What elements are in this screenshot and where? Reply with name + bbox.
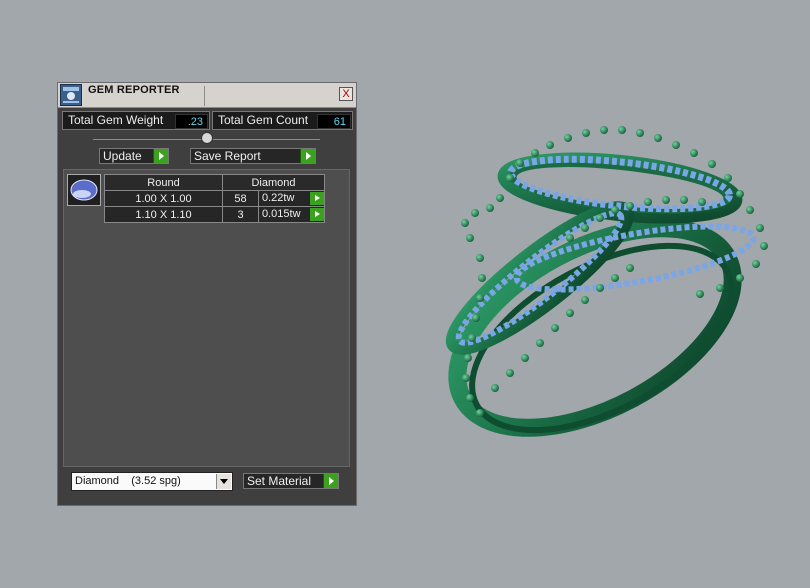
gem-reporter-panel: GEM REPORTER X Total Gem Weight .23 Tota… bbox=[57, 82, 357, 506]
update-button-label: Update bbox=[103, 149, 142, 163]
title-divider bbox=[204, 86, 205, 106]
gem-size-cell: 1.00 X 1.00 bbox=[104, 190, 223, 207]
ring-3d-model[interactable] bbox=[420, 118, 780, 463]
panel-slider-knob[interactable] bbox=[201, 132, 213, 144]
header-material: Diamond bbox=[222, 174, 325, 191]
update-button[interactable]: Update bbox=[99, 148, 169, 164]
gem-weight-cell: 0.22tw bbox=[258, 190, 325, 207]
gem-reporter-app-icon bbox=[60, 84, 82, 106]
arrow-right-icon[interactable] bbox=[310, 192, 324, 205]
gem-count-cell: 58 bbox=[222, 190, 259, 207]
gem-size-cell: 1.10 X 1.10 bbox=[104, 206, 223, 223]
set-material-button[interactable]: Set Material bbox=[243, 473, 339, 489]
gem-weight-value: 0.22tw bbox=[262, 192, 295, 204]
material-select[interactable]: Diamond (3.52 spg) bbox=[71, 472, 233, 491]
total-gem-weight-label: Total Gem Weight bbox=[68, 113, 164, 127]
round-gem-icon[interactable] bbox=[67, 174, 101, 206]
chevron-down-icon[interactable] bbox=[216, 474, 231, 489]
gem-table: Round Diamond 1.00 X 1.00 58 0.22tw 1.10… bbox=[104, 174, 325, 223]
total-gem-count-box: Total Gem Count 61 bbox=[212, 111, 353, 130]
total-gem-weight-value: .23 bbox=[175, 114, 208, 129]
gem-count-cell: 3 bbox=[222, 206, 259, 223]
total-gem-count-value: 61 bbox=[317, 114, 351, 129]
table-row[interactable]: 1.00 X 1.00 58 0.22tw bbox=[104, 190, 325, 207]
save-report-button-label: Save Report bbox=[194, 149, 261, 163]
arrow-right-icon bbox=[153, 149, 168, 163]
panel-title: GEM REPORTER bbox=[88, 84, 180, 96]
gem-weight-cell: 0.015tw bbox=[258, 206, 325, 223]
arrow-right-icon bbox=[323, 474, 338, 488]
material-select-value: Diamond (3.52 spg) bbox=[75, 475, 181, 487]
set-material-button-label: Set Material bbox=[247, 474, 312, 488]
header-cut: Round bbox=[104, 174, 223, 191]
gem-table-header: Round Diamond bbox=[104, 174, 325, 191]
table-row[interactable]: 1.10 X 1.10 3 0.015tw bbox=[104, 206, 325, 223]
save-report-button[interactable]: Save Report bbox=[190, 148, 316, 164]
total-gem-weight-box: Total Gem Weight .23 bbox=[62, 111, 210, 130]
close-button[interactable]: X bbox=[339, 87, 353, 101]
panel-titlebar[interactable]: GEM REPORTER X bbox=[58, 83, 356, 108]
arrow-right-icon bbox=[300, 149, 315, 163]
gem-weight-value: 0.015tw bbox=[262, 208, 301, 220]
total-gem-count-label: Total Gem Count bbox=[218, 113, 309, 127]
gem-list-area[interactable]: Round Diamond 1.00 X 1.00 58 0.22tw 1.10… bbox=[63, 169, 350, 467]
arrow-right-icon[interactable] bbox=[310, 208, 324, 221]
